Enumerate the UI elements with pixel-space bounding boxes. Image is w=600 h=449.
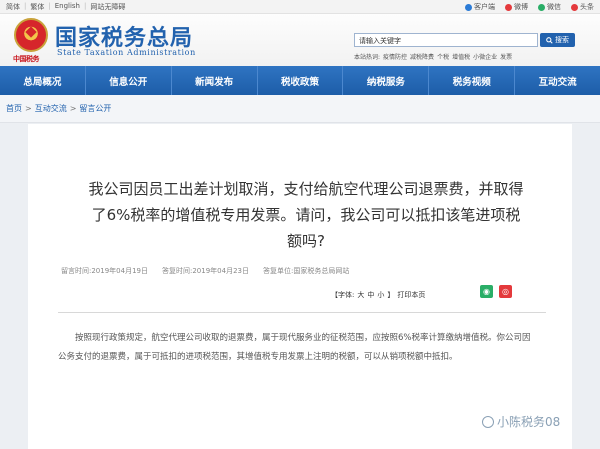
nav-item-overview[interactable]: 总局概况: [0, 66, 86, 95]
print-button[interactable]: 打印本页: [397, 290, 425, 300]
social-label: 微博: [514, 3, 528, 11]
weibo-share-icon[interactable]: ◎: [499, 285, 512, 298]
site-header: 中国税务 国家税务总局 State Taxation Administratio…: [0, 14, 600, 66]
language-switcher: 简体 | 繁体 | English | 网站无障碍: [6, 2, 125, 12]
search-icon: [546, 36, 553, 44]
site-subtitle: State Taxation Administration: [57, 48, 196, 57]
hot-terms: 本站热词: 疫情防控 减税降费 个税 增值税 小微企业 发票: [354, 52, 512, 61]
nav-item-interaction[interactable]: 互动交流: [515, 66, 600, 95]
watermark-text: 小陈税务08: [497, 415, 561, 429]
social-label: 头条: [580, 3, 594, 11]
breadcrumb: 首页 > 互动交流 > 留言公开: [0, 95, 600, 123]
hot-terms-label: 本站热词:: [354, 54, 381, 61]
nav-item-policy[interactable]: 税收政策: [258, 66, 344, 95]
hot-term[interactable]: 增值税: [452, 52, 470, 61]
social-weibo[interactable]: 微博: [505, 2, 528, 12]
breadcrumb-interaction[interactable]: 互动交流: [35, 103, 67, 114]
hot-term[interactable]: 发票: [500, 52, 512, 61]
social-wechat[interactable]: 微信: [538, 2, 561, 12]
lang-traditional[interactable]: 繁体: [30, 2, 44, 12]
social-links: 客户端 微博 微信 头条: [465, 2, 594, 12]
accessibility-link[interactable]: 网站无障碍: [90, 2, 125, 12]
question-title: 我公司因员工出差计划取消，支付给航空代理公司退票费，并取得了6%税率的增值税专用…: [88, 180, 524, 250]
font-size-small[interactable]: 小: [377, 290, 384, 300]
answer-source: 答复单位:国家税务总局网站: [263, 267, 350, 275]
hot-term[interactable]: 个税: [437, 52, 449, 61]
hot-term[interactable]: 减税降费: [410, 52, 434, 61]
lang-english[interactable]: English: [55, 2, 80, 12]
watermark: 小陈税务08: [482, 413, 560, 430]
chevron-right-icon: >: [25, 104, 32, 113]
hot-term[interactable]: 小微企业: [473, 52, 497, 61]
main-nav: 总局概况 信息公开 新闻发布 税收政策 纳税服务 税务视频 互动交流: [0, 66, 600, 95]
answered-time: 答复时间:2019年04月23日: [162, 267, 249, 275]
content-divider: [58, 312, 546, 313]
breadcrumb-messages[interactable]: 留言公开: [79, 103, 111, 114]
search-input[interactable]: 请输入关键字: [354, 33, 538, 47]
posted-time: 留言时间:2019年04月19日: [61, 267, 148, 275]
divider: |: [84, 2, 87, 10]
font-size-large[interactable]: 大: [357, 290, 364, 300]
divider: |: [48, 2, 51, 10]
font-size-label: 【字体:: [331, 291, 355, 299]
font-size-close: 】: [387, 291, 395, 299]
article-meta: 留言时间:2019年04月19日 答复时间:2019年04月23日 答复单位:国…: [61, 266, 349, 276]
social-toutiao[interactable]: 头条: [571, 2, 594, 12]
wechat-watermark-icon: [482, 415, 494, 428]
share-buttons: ◉ ◎: [480, 285, 512, 298]
social-client[interactable]: 客户端: [465, 2, 495, 12]
breadcrumb-home[interactable]: 首页: [6, 103, 22, 114]
article-tools: 【字体: 大 中 小 】 打印本页: [331, 290, 425, 300]
article-card: 我公司因员工出差计划取消，支付给航空代理公司退票费，并取得了6%税率的增值税专用…: [28, 124, 572, 449]
divider: |: [24, 2, 27, 10]
wechat-icon: [538, 3, 545, 11]
social-label: 客户端: [474, 3, 495, 11]
nav-item-video[interactable]: 税务视频: [429, 66, 516, 95]
mobile-app-icon: [465, 3, 472, 11]
wechat-share-icon[interactable]: ◉: [480, 285, 493, 298]
top-utility-bar: 简体 | 繁体 | English | 网站无障碍 客户端 微博 微信 头条: [0, 0, 600, 14]
seal-text: 中国税务: [13, 54, 40, 63]
font-size-medium[interactable]: 中: [367, 290, 374, 300]
nav-item-info[interactable]: 信息公开: [86, 66, 172, 95]
answer-body: 按照现行政策规定，航空代理公司收取的退票费，属于现代服务业的征税范围，应按照6%…: [58, 333, 531, 362]
hot-term[interactable]: 疫情防控: [383, 52, 407, 61]
nav-item-news[interactable]: 新闻发布: [172, 66, 258, 95]
chevron-right-icon: >: [69, 104, 77, 113]
lang-simplified[interactable]: 简体: [6, 2, 20, 12]
search-button-label: 搜索: [555, 36, 569, 44]
weibo-icon: [505, 3, 512, 11]
social-label: 微信: [547, 3, 561, 11]
toutiao-icon: [571, 3, 578, 11]
search-button[interactable]: 搜索: [540, 33, 575, 47]
nav-item-service[interactable]: 纳税服务: [343, 66, 430, 95]
national-emblem-icon[interactable]: [14, 18, 48, 52]
